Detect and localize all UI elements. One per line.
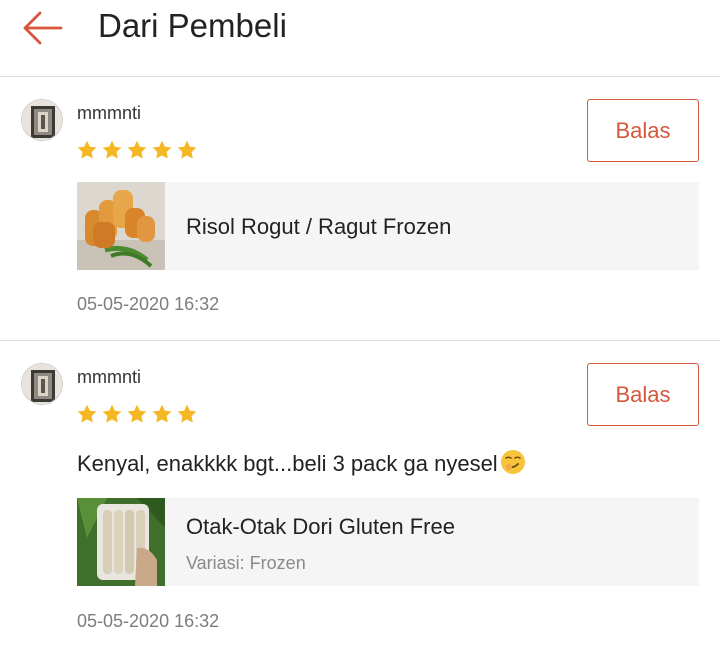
star-icon: [76, 403, 98, 425]
star-icon: [151, 403, 173, 425]
review-comment: Kenyal, enakkkk bgt...beli 3 pack ga nye…: [77, 449, 526, 481]
star-icon: [101, 139, 123, 161]
product-thumbnail: [77, 182, 165, 270]
star-icon: [176, 139, 198, 161]
user-avatar[interactable]: [21, 363, 63, 405]
star-icon: [101, 403, 123, 425]
back-button[interactable]: [18, 8, 66, 48]
product-card[interactable]: Risol Rogut / Ragut Frozen: [77, 182, 699, 270]
product-card[interactable]: Otak-Otak Dori Gluten Free Variasi: Froz…: [77, 498, 699, 586]
review-card: mmmnti Balas Kenyal, enakkkk bgt...beli …: [0, 342, 720, 656]
star-icon: [126, 403, 148, 425]
star-rating: [76, 139, 198, 163]
review-card: mmmnti Balas Risol Rogut / Ragut Frozen: [0, 78, 720, 341]
page-title: Dari Pembeli: [98, 7, 287, 44]
star-icon: [151, 139, 173, 161]
header-bar: Dari Pembeli: [0, 0, 720, 77]
arrow-left-icon: [23, 11, 63, 45]
star-rating: [76, 403, 198, 427]
product-thumbnail: [77, 498, 165, 586]
review-timestamp: 05-05-2020 16:32: [77, 294, 220, 314]
product-variant: Variasi: Frozen: [186, 553, 306, 573]
user-avatar[interactable]: [21, 99, 63, 141]
smirk-face-emoji: [500, 449, 526, 481]
reviewer-username: mmmnti: [77, 103, 141, 123]
review-timestamp: 05-05-2020 16:32: [77, 611, 220, 631]
product-name: Otak-Otak Dori Gluten Free: [186, 514, 455, 539]
star-icon: [126, 139, 148, 161]
product-name: Risol Rogut / Ragut Frozen: [186, 214, 452, 239]
review-comment-text: Kenyal, enakkkk bgt...beli 3 pack ga nye…: [77, 451, 498, 476]
reviewer-username: mmmnti: [77, 367, 141, 387]
star-icon: [176, 403, 198, 425]
reply-button[interactable]: Balas: [587, 363, 699, 426]
reply-button[interactable]: Balas: [587, 99, 699, 162]
star-icon: [76, 139, 98, 161]
